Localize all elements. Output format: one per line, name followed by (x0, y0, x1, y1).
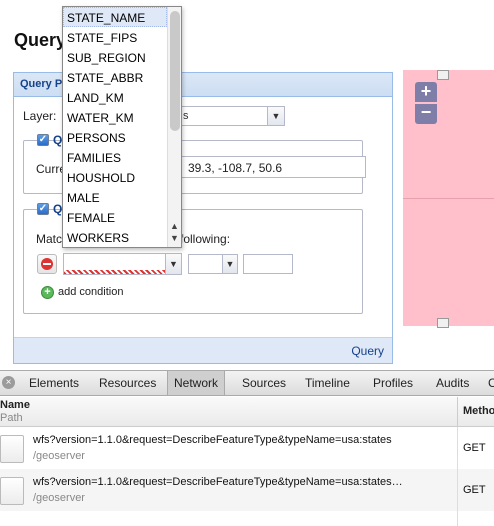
tab-sources[interactable]: Sources (236, 371, 292, 395)
list-item[interactable]: PERSONS (63, 127, 167, 147)
list-item[interactable]: WATER_KM (63, 107, 167, 127)
attribute-query-checkbox[interactable]: ✓ (37, 203, 49, 215)
plus-circle-icon: + (41, 286, 54, 299)
chevron-down-icon[interactable]: ▼ (222, 255, 237, 273)
layer-select-value: s (183, 110, 189, 122)
page-title: Query (14, 30, 67, 50)
attribute-query-legend: Q (53, 202, 63, 216)
add-condition-label: add condition (58, 286, 124, 298)
attribute-select[interactable] (63, 253, 166, 275)
tab-console[interactable]: C (484, 371, 494, 395)
broken-image-icon (437, 70, 449, 80)
layer-select[interactable]: s ▼ (179, 106, 285, 126)
request-path: /geoserver (33, 450, 85, 462)
scroll-up-icon[interactable]: ▲ (170, 221, 179, 231)
request-method: GET (463, 442, 486, 454)
tab-audits[interactable]: Audits (430, 371, 475, 395)
column-divider (457, 427, 458, 469)
network-table-header: Name Path Method (0, 397, 494, 427)
list-item[interactable]: SUB_REGION (63, 47, 167, 67)
column-divider (457, 511, 458, 526)
invalid-field-indicator (64, 270, 165, 274)
list-item[interactable]: FEMALE (63, 207, 167, 227)
tab-profiles[interactable]: Profiles (367, 371, 419, 395)
table-row[interactable]: wfs?version=1.1.0&request=DescribeFeatur… (0, 469, 494, 511)
chevron-down-icon[interactable]: ▼ (267, 107, 284, 125)
map-panel[interactable]: + − (403, 70, 494, 328)
list-item[interactable]: HOUSHOLD (63, 167, 167, 187)
broken-image-icon (437, 318, 449, 328)
remove-condition-button[interactable] (37, 254, 57, 274)
tab-network[interactable]: Network (167, 371, 226, 395)
tab-timeline[interactable]: Timeline (299, 371, 356, 395)
column-divider (457, 469, 458, 511)
spatial-query-legend: Q (53, 133, 63, 147)
tab-elements[interactable]: Elements (23, 371, 85, 395)
list-item[interactable]: STATE_ABBR (63, 67, 167, 87)
remove-icon (41, 258, 53, 270)
scroll-down-icon[interactable]: ▼ (170, 233, 179, 243)
list-item[interactable]: LAND_KM (63, 87, 167, 107)
list-item[interactable]: MALE (63, 187, 167, 207)
tab-resources[interactable]: Resources (93, 371, 162, 395)
attribute-options: STATE_NAME STATE_FIPS SUB_REGION STATE_A… (63, 7, 167, 247)
chevron-down-icon[interactable]: ▼ (165, 253, 182, 275)
extent-value: 39.3, -108.7, 50.6 (188, 161, 283, 175)
condition-value-input[interactable] (243, 254, 293, 274)
match-label: Matc (36, 232, 63, 246)
layer-label: Layer: (23, 109, 57, 123)
request-name: wfs?version=1.1.0&request=DescribeFeatur… (33, 476, 403, 488)
map-tile-seam (403, 198, 494, 199)
close-icon[interactable]: × (2, 376, 15, 389)
request-method: GET (463, 484, 486, 496)
list-item[interactable]: STATE_NAME (63, 7, 167, 27)
document-icon (0, 435, 24, 463)
list-item[interactable]: STATE_FIPS (63, 27, 167, 47)
attribute-dropdown-list[interactable]: STATE_NAME STATE_FIPS SUB_REGION STATE_A… (62, 6, 182, 248)
list-item[interactable]: FAMILIES (63, 147, 167, 167)
operator-select[interactable]: ▼ (188, 254, 238, 274)
match-following-label: following: (180, 232, 231, 246)
request-path: /geoserver (33, 492, 85, 504)
extent-input[interactable]: 39.3, -108.7, 50.6 (180, 156, 366, 178)
scrollbar-thumb[interactable] (170, 11, 180, 131)
table-row[interactable]: wfs?version=1.1.0&request=DescribeFeatur… (0, 427, 494, 469)
list-item[interactable]: WORKERS (63, 227, 167, 247)
document-icon (0, 477, 24, 505)
zoom-out-button[interactable]: − (415, 103, 437, 124)
devtools-toolbar: × Elements Resources Network Sources Tim… (0, 370, 494, 396)
column-header-path: Path (0, 412, 23, 424)
column-divider[interactable] (457, 397, 458, 427)
dropdown-scrollbar[interactable]: ▲ ▼ (167, 7, 181, 247)
request-name: wfs?version=1.1.0&request=DescribeFeatur… (33, 434, 392, 446)
column-header-name[interactable]: Name (0, 399, 30, 411)
zoom-in-button[interactable]: + (415, 82, 437, 102)
column-header-method[interactable]: Method (463, 405, 494, 417)
spatial-query-checkbox[interactable]: ✓ (37, 134, 49, 146)
